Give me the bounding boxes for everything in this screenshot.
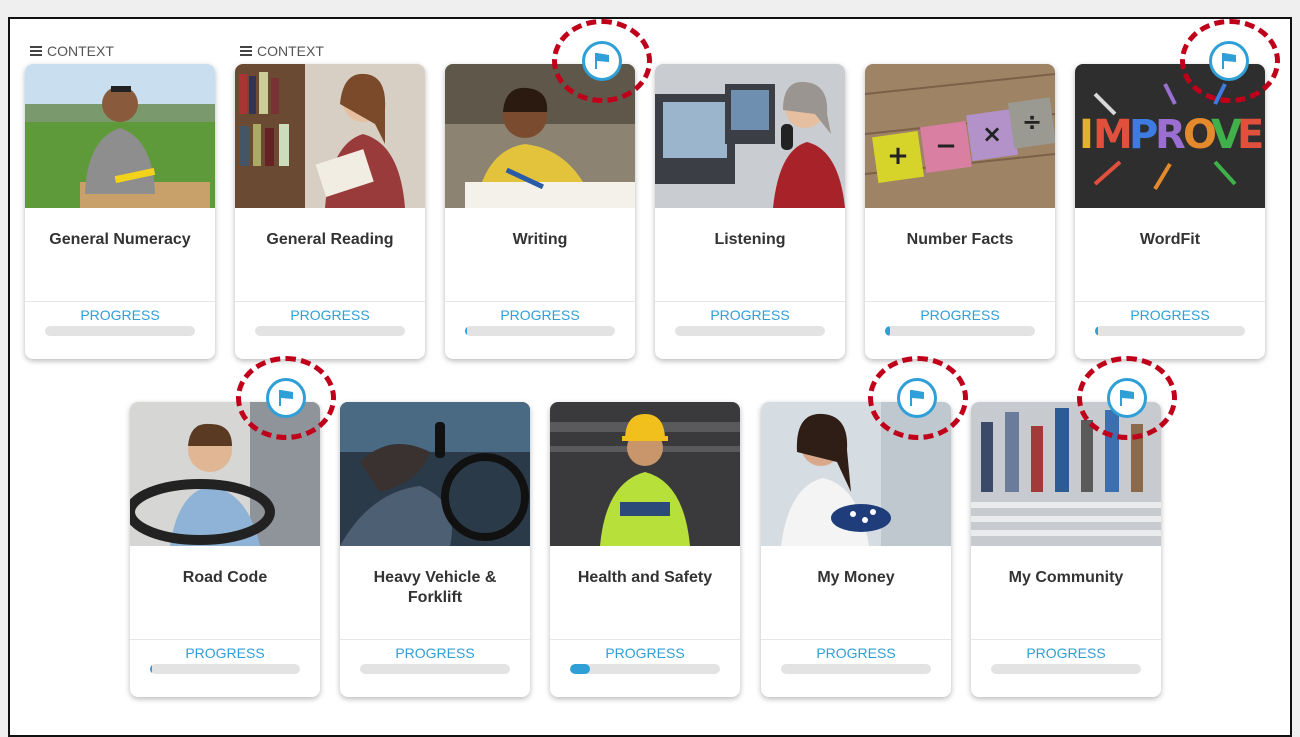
module-title: Health and Safety [577, 569, 713, 586]
module-title: Road Code [182, 569, 268, 586]
svg-text:I: I [1079, 112, 1094, 158]
svg-text:P: P [1129, 112, 1158, 158]
menu-icon [30, 46, 42, 56]
module-title: Heavy Vehicle & Forklift [373, 569, 497, 606]
progress-label: PROGRESS [80, 307, 160, 323]
progress-label: PROGRESS [290, 307, 370, 323]
module-card-writing[interactable]: Writing PROGRESS [445, 64, 635, 359]
module-photo [340, 402, 530, 546]
module-photo [130, 402, 320, 546]
module-card-heavy-vehicle[interactable]: Heavy Vehicle & Forklift PROGRESS [340, 402, 530, 697]
module-card-road-code[interactable]: Road Code PROGRESS [130, 402, 320, 697]
progress-label: PROGRESS [710, 307, 790, 323]
divider [761, 639, 951, 640]
module-title: Number Facts [906, 231, 1014, 248]
context-menu-general-reading[interactable]: CONTEXT [240, 43, 324, 59]
progress-bar [465, 326, 615, 336]
module-photo: + − × ÷ [865, 64, 1055, 208]
svg-text:E: E [1237, 112, 1264, 158]
progress-bar [570, 664, 720, 674]
module-photo: I M P R O V E [1075, 64, 1265, 208]
module-title: My Community [1008, 569, 1124, 586]
flag-icon-my-money[interactable] [897, 378, 937, 418]
module-card-my-money[interactable]: My Money PROGRESS [761, 402, 951, 697]
svg-text:R: R [1155, 112, 1186, 158]
progress-label: PROGRESS [500, 307, 580, 323]
progress-bar [781, 664, 931, 674]
progress-label: PROGRESS [395, 645, 475, 661]
context-label: CONTEXT [257, 43, 324, 59]
menu-icon [240, 46, 252, 56]
svg-text:÷: ÷ [1022, 108, 1042, 136]
module-title: Writing [512, 231, 568, 248]
progress-bar [991, 664, 1141, 674]
module-card-health-and-safety[interactable]: Health and Safety PROGRESS [550, 402, 740, 697]
module-card-general-numeracy[interactable]: General Numeracy PROGRESS [25, 64, 215, 359]
divider [550, 639, 740, 640]
divider [971, 639, 1161, 640]
progress-bar [360, 664, 510, 674]
module-card-number-facts[interactable]: + − × ÷ Number Facts PROGRESS [865, 64, 1055, 359]
svg-text:+: + [887, 141, 909, 171]
module-photo [235, 64, 425, 208]
module-photo [655, 64, 845, 208]
progress-fill [465, 326, 467, 336]
context-menu-general-numeracy[interactable]: CONTEXT [30, 43, 114, 59]
module-photo [761, 402, 951, 546]
divider [340, 639, 530, 640]
module-title: My Money [817, 569, 895, 586]
divider [445, 301, 635, 302]
divider [130, 639, 320, 640]
progress-label: PROGRESS [920, 307, 1000, 323]
progress-bar [150, 664, 300, 674]
module-photo [445, 64, 635, 208]
progress-label: PROGRESS [185, 645, 265, 661]
progress-fill [150, 664, 152, 674]
flag-icon-road-code[interactable] [266, 378, 306, 418]
module-photo [971, 402, 1161, 546]
module-photo [550, 402, 740, 546]
progress-label: PROGRESS [1130, 307, 1210, 323]
progress-fill [885, 326, 890, 336]
progress-bar [45, 326, 195, 336]
progress-bar [675, 326, 825, 336]
flag-icon-writing[interactable] [582, 41, 622, 81]
module-card-general-reading[interactable]: General Reading PROGRESS [235, 64, 425, 359]
module-card-listening[interactable]: Listening PROGRESS [655, 64, 845, 359]
divider [235, 301, 425, 302]
progress-label: PROGRESS [816, 645, 896, 661]
module-card-my-community[interactable]: My Community PROGRESS [971, 402, 1161, 697]
progress-bar [1095, 326, 1245, 336]
module-photo [25, 64, 215, 208]
flag-icon-my-community[interactable] [1107, 378, 1147, 418]
svg-text:×: × [982, 120, 1002, 148]
divider [1075, 301, 1265, 302]
flag-icon-wordfit[interactable] [1209, 41, 1249, 81]
progress-fill [570, 664, 590, 674]
divider [655, 301, 845, 302]
progress-bar [885, 326, 1035, 336]
module-title: WordFit [1139, 231, 1201, 248]
divider [865, 301, 1055, 302]
divider [25, 301, 215, 302]
progress-label: PROGRESS [605, 645, 685, 661]
svg-text:M: M [1093, 112, 1133, 158]
module-title: Listening [714, 231, 786, 248]
module-title: General Numeracy [49, 231, 191, 248]
module-card-wordfit[interactable]: I M P R O V E WordFit PROGRESS [1075, 64, 1265, 359]
progress-fill [1095, 326, 1098, 336]
progress-label: PROGRESS [1026, 645, 1106, 661]
svg-text:−: − [935, 131, 957, 161]
module-title: General Reading [266, 231, 394, 248]
progress-bar [255, 326, 405, 336]
context-label: CONTEXT [47, 43, 114, 59]
